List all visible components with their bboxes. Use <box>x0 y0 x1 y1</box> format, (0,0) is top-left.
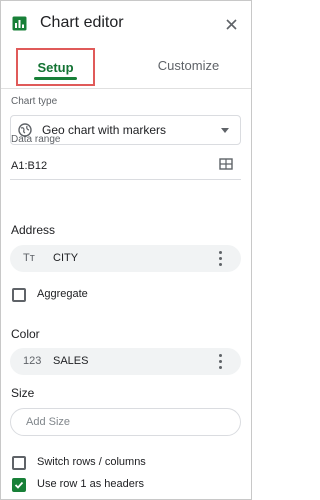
close-button[interactable] <box>222 15 240 33</box>
text-type-icon: Tт <box>23 252 35 264</box>
tab-setup-label: Setup <box>37 60 74 75</box>
color-label: Color <box>11 327 40 341</box>
size-placeholder: Add Size <box>26 416 71 428</box>
chevron-down-icon <box>221 128 229 133</box>
use-row-1-headers-box[interactable] <box>12 478 26 492</box>
editor-header: Chart editor <box>1 1 251 46</box>
number-type-icon: 123 <box>23 355 42 367</box>
tab-divider <box>1 88 251 89</box>
use-row-1-headers-label: Use row 1 as headers <box>37 478 144 490</box>
chart-editor-panel: Chart editor Setup Customize Chart type … <box>0 0 252 500</box>
data-range-label: Data range <box>11 134 61 145</box>
switch-rows-columns-box[interactable] <box>12 456 26 470</box>
chart-type-label: Chart type <box>11 96 58 107</box>
switch-rows-columns-label: Switch rows / columns <box>37 456 146 468</box>
checkmark-icon <box>14 481 24 489</box>
tab-customize[interactable]: Customize <box>141 58 236 73</box>
tab-setup[interactable]: Setup <box>16 48 95 86</box>
more-options-icon[interactable] <box>215 251 225 266</box>
address-label: Address <box>11 223 56 237</box>
color-chip[interactable]: 123 SALES <box>10 348 241 375</box>
data-range-underline <box>10 179 241 180</box>
color-chip-value: SALES <box>53 355 89 367</box>
chart-editor-icon <box>12 16 27 31</box>
editor-title: Chart editor <box>40 14 124 31</box>
more-options-icon[interactable] <box>215 354 225 369</box>
aggregate-label: Aggregate <box>37 288 88 300</box>
address-chip[interactable]: Tт CITY <box>10 245 241 272</box>
active-tab-indicator <box>34 77 77 80</box>
data-range-input[interactable]: A1:B12 <box>11 160 47 172</box>
close-icon <box>225 18 237 30</box>
grid-icon[interactable] <box>219 157 233 171</box>
address-chip-value: CITY <box>53 252 79 264</box>
aggregate-checkbox-box[interactable] <box>12 288 26 302</box>
chart-type-value: Geo chart with markers <box>42 123 167 137</box>
size-input[interactable]: Add Size <box>10 408 241 436</box>
size-label: Size <box>11 386 35 400</box>
